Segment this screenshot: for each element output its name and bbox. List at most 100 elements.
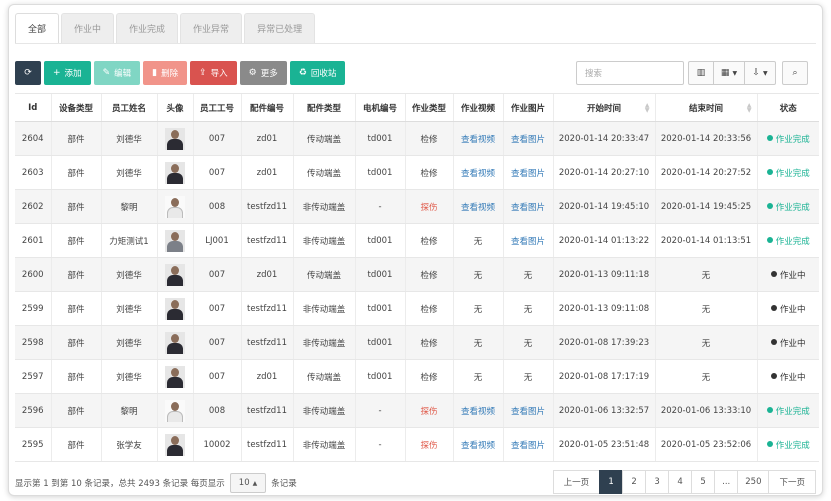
- page-button-5[interactable]: 5: [691, 470, 716, 494]
- cell-part-number: testfzd11: [240, 325, 293, 360]
- recycle-bin-button[interactable]: ♻ 回收站: [289, 61, 346, 85]
- table-row[interactable]: 2604 部件 刘德华 007 zd01 传动端盖 td001 检修 查看视频 查看图片 2020-…: [15, 121, 819, 156]
- more-button[interactable]: ⚙ 更多: [239, 61, 287, 85]
- page-button-1[interactable]: 1: [599, 470, 624, 494]
- cell-id: 2603: [15, 155, 51, 190]
- cell-motor-number-text: td001: [367, 269, 393, 280]
- cell-work-video[interactable]: 查看视频: [452, 427, 503, 462]
- cell-work-video-text: 无: [473, 372, 483, 383]
- search-input[interactable]: 搜索: [576, 61, 684, 85]
- table-row[interactable]: 2598 部件 刘德华 007 testfzd11 非传动端盖 td001 检修 无 无 2020-…: [15, 325, 819, 360]
- cell-work-image-text[interactable]: 查看图片: [511, 135, 545, 145]
- cell-part-number-text: testfzd11: [247, 235, 287, 246]
- column-header[interactable]: Id: [15, 93, 51, 122]
- cell-part-number: testfzd11: [240, 189, 293, 224]
- cell-work-video[interactable]: 查看视频: [452, 189, 503, 224]
- tab-3[interactable]: 作业异常: [180, 13, 243, 43]
- cell-work-image-text[interactable]: 查看图片: [511, 237, 545, 247]
- cell-work-video-text[interactable]: 查看视频: [461, 441, 495, 451]
- cell-start-time-text: 2020-01-14 20:33:47: [558, 133, 650, 144]
- cell-work-image[interactable]: 查看图片: [502, 223, 553, 258]
- cell-work-video-text: 无: [473, 236, 483, 247]
- add-button[interactable]: + 添加: [44, 61, 91, 85]
- cell-part-number-text: testfzd11: [247, 439, 287, 450]
- cell-status: 作业中: [756, 291, 819, 326]
- table-tools: ▥ ▦ ▼ ⇩ ▼ ⌕: [688, 61, 808, 85]
- avatar[interactable]: [165, 365, 185, 388]
- delete-button[interactable]: ▮ 删除: [143, 61, 188, 85]
- page-button-3[interactable]: 3: [645, 470, 670, 494]
- cell-work-video-text[interactable]: 查看视频: [461, 203, 495, 213]
- page-ellipsis[interactable]: ...: [714, 470, 739, 494]
- cell-start-time: 2020-01-08 17:17:19: [552, 359, 655, 394]
- avatar[interactable]: [165, 263, 185, 286]
- avatar[interactable]: [165, 399, 185, 422]
- avatar[interactable]: [165, 229, 185, 252]
- tab-0[interactable]: 全部: [15, 13, 60, 43]
- cell-work-video[interactable]: 查看视频: [452, 121, 503, 156]
- cell-motor-number: td001: [354, 121, 405, 156]
- cell-end-time: 无: [654, 359, 757, 394]
- avatar[interactable]: [165, 331, 185, 354]
- cell-work-video[interactable]: 查看视频: [452, 393, 503, 428]
- cell-work-type-text: 检修: [420, 304, 438, 315]
- avatar[interactable]: [165, 433, 185, 456]
- page-button-2[interactable]: 2: [622, 470, 647, 494]
- table-row[interactable]: 2596 部件 黎明 008 testfzd11 非传动端盖 - 探伤 查看视频 查看图片 2020…: [15, 393, 819, 428]
- avatar[interactable]: [165, 161, 185, 184]
- page-button-250[interactable]: 250: [737, 470, 770, 494]
- table-row[interactable]: 2597 部件 刘德华 007 zd01 传动端盖 td001 检修 无 无 2020-01-08 …: [15, 359, 819, 394]
- cell-work-image-text[interactable]: 查看图片: [511, 441, 545, 451]
- column-header[interactable]: 开始时间 ▲ ▼: [552, 93, 655, 122]
- avatar-head: [171, 129, 179, 139]
- cell-work-image-text[interactable]: 查看图片: [511, 169, 545, 179]
- export-dropdown[interactable]: ⇩ ▼: [744, 61, 776, 85]
- cell-work-video-text[interactable]: 查看视频: [461, 407, 495, 417]
- import-button[interactable]: ⇪ 导入: [190, 61, 237, 85]
- table-row[interactable]: 2600 部件 刘德华 007 zd01 传动端盖 td001 检修 无 无 2020-01-13 …: [15, 257, 819, 292]
- cell-part-number: zd01: [240, 121, 293, 156]
- cell-work-image-text[interactable]: 查看图片: [511, 407, 545, 417]
- tab-4[interactable]: 异常已处理: [244, 13, 316, 43]
- avatar[interactable]: [165, 127, 185, 150]
- edit-button[interactable]: ✎ 编辑: [93, 61, 141, 85]
- cell-work-image[interactable]: 查看图片: [502, 121, 553, 156]
- avatar[interactable]: [165, 297, 185, 320]
- tab-1[interactable]: 作业中: [61, 13, 115, 43]
- cell-end-time-text: 2020-01-06 13:33:10: [660, 405, 752, 416]
- status-dot-icon: [770, 271, 777, 277]
- status-dot-icon: [770, 305, 777, 311]
- column-header[interactable]: 结束时间 ▲ ▼: [654, 93, 757, 122]
- table-row[interactable]: 2595 部件 张学友 10002 testfzd11 非传动端盖 - 探伤 查看视频 查看图片 2…: [15, 427, 819, 462]
- cell-work-image[interactable]: 查看图片: [502, 427, 553, 462]
- column-header-label: 配件编号: [249, 103, 284, 114]
- toggle-view-button[interactable]: ▥: [688, 61, 714, 85]
- cell-work-image[interactable]: 查看图片: [502, 155, 553, 190]
- advanced-search-button[interactable]: ⌕: [782, 61, 808, 85]
- recycle-icon: ♻: [298, 68, 307, 78]
- cell-employee-id: 10002: [192, 427, 241, 462]
- avatar-head: [171, 265, 179, 275]
- cell-work-image[interactable]: 查看图片: [502, 393, 553, 428]
- cell-work-image-text[interactable]: 查看图片: [511, 203, 545, 213]
- table-row[interactable]: 2602 部件 黎明 008 testfzd11 非传动端盖 - 探伤 查看视频 查看图片 2020…: [15, 189, 819, 224]
- prev-page-button[interactable]: 上一页: [552, 470, 601, 494]
- cell-work-video-text[interactable]: 查看视频: [461, 135, 495, 145]
- tab-2[interactable]: 作业完成: [116, 13, 179, 43]
- cell-work-image[interactable]: 查看图片: [502, 189, 553, 224]
- cell-status: 作业完成: [756, 427, 819, 462]
- cell-work-video-text[interactable]: 查看视频: [461, 169, 495, 179]
- columns-dropdown[interactable]: ▦ ▼: [713, 61, 745, 85]
- table-row[interactable]: 2599 部件 刘德华 007 testfzd11 非传动端盖 td001 检修 无 无 2020-…: [15, 291, 819, 326]
- table-row[interactable]: 2601 部件 力矩测试1 LJ001 testfzd11 非传动端盖 td001 检修 无 查看…: [15, 223, 819, 258]
- refresh-button[interactable]: ⟳: [15, 61, 41, 85]
- avatar-head: [171, 401, 179, 411]
- page-size-select[interactable]: 10 ▲: [229, 473, 267, 493]
- page-button-4[interactable]: 4: [668, 470, 693, 494]
- avatar[interactable]: [165, 195, 185, 218]
- cell-work-video[interactable]: 查看视频: [452, 155, 503, 190]
- cell-device-type-text: 部件: [67, 270, 85, 281]
- table-row[interactable]: 2603 部件 刘德华 007 zd01 传动端盖 td001 检修 查看视频 查看图片 2020-…: [15, 155, 819, 190]
- next-page-button[interactable]: 下一页: [768, 470, 816, 494]
- cell-employee-name: 黎明: [100, 393, 157, 428]
